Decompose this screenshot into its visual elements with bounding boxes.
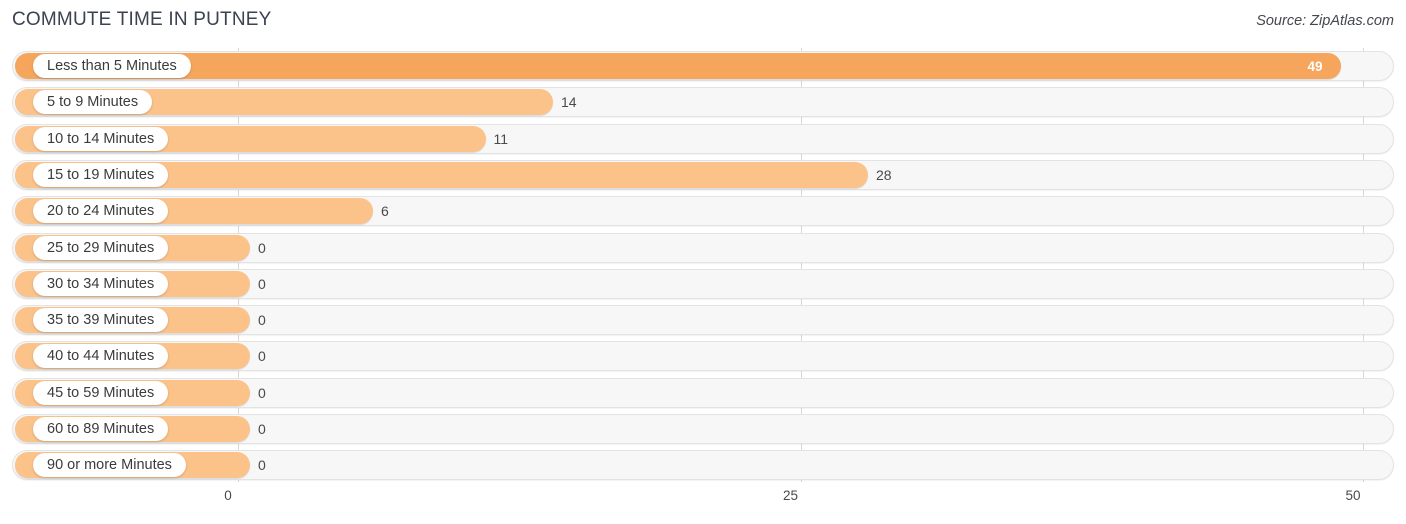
bar-category-label: 30 to 34 Minutes [33,271,169,296]
bar-value-label: 0 [258,275,266,292]
bar-value-label: 0 [258,312,266,329]
bar-value-label: 0 [258,457,266,474]
bar-row[interactable]: 5 to 9 Minutes 14 [12,87,1394,118]
bar-category-label: 45 to 59 Minutes [33,380,169,405]
x-axis: 0 25 50 [0,488,1406,512]
bar-value-label: 14 [561,94,577,111]
bar-value-label: 28 [876,166,892,183]
bar [15,53,1341,79]
source-attribution: Source: ZipAtlas.com [1256,13,1394,29]
bar-row[interactable]: 90 or more Minutes 0 [12,450,1394,481]
bar-row[interactable]: Less than 5 Minutes 49 [12,51,1394,81]
bar-category-label: 15 to 19 Minutes [33,162,169,187]
bar-category-label: 90 or more Minutes [33,453,186,478]
chart-page: COMMUTE TIME IN PUTNEY Source: ZipAtlas.… [0,0,1406,524]
bar-category-label: 5 to 9 Minutes [33,90,153,115]
bar-value-label: 0 [258,421,266,437]
bar-category-label: Less than 5 Minutes [33,54,191,78]
x-tick-label: 0 [224,488,232,503]
bar-value-label: 11 [493,130,509,147]
bar-value-label: 0 [258,348,266,365]
x-tick-label: 25 [782,488,799,503]
bar-value-label: 6 [381,203,389,220]
bar-category-label: 60 to 89 Minutes [33,417,169,441]
bar-value-label: 0 [258,239,266,256]
bar-category-label: 35 to 39 Minutes [33,308,169,333]
bar-value-label: 0 [258,384,266,401]
bar-category-label: 40 to 44 Minutes [33,344,169,369]
bar-row[interactable]: 25 to 29 Minutes 0 [12,232,1394,263]
bar-row[interactable]: 60 to 89 Minutes 0 [12,414,1394,444]
bar-row[interactable]: 40 to 44 Minutes 0 [12,341,1394,372]
bar-row[interactable]: 45 to 59 Minutes 0 [12,377,1394,408]
bar-row[interactable]: 35 to 39 Minutes 0 [12,305,1394,336]
plot-area: Less than 5 Minutes 49 5 to 9 Minutes 14 10 … [0,48,1406,485]
bar-category-label: 20 to 24 Minutes [33,199,169,224]
bar-row[interactable]: 15 to 19 Minutes 28 [12,159,1394,190]
page-title: COMMUTE TIME IN PUTNEY [12,9,272,30]
bar-value-label: 49 [1307,58,1323,74]
x-tick-label: 50 [1345,488,1361,503]
bar-category-label: 10 to 14 Minutes [33,126,169,151]
bar-row[interactable]: 20 to 24 Minutes 6 [12,196,1394,227]
bar-category-label: 25 to 29 Minutes [33,235,169,260]
bar-row[interactable]: 10 to 14 Minutes 11 [12,123,1394,154]
bar-row[interactable]: 30 to 34 Minutes 0 [12,268,1394,299]
